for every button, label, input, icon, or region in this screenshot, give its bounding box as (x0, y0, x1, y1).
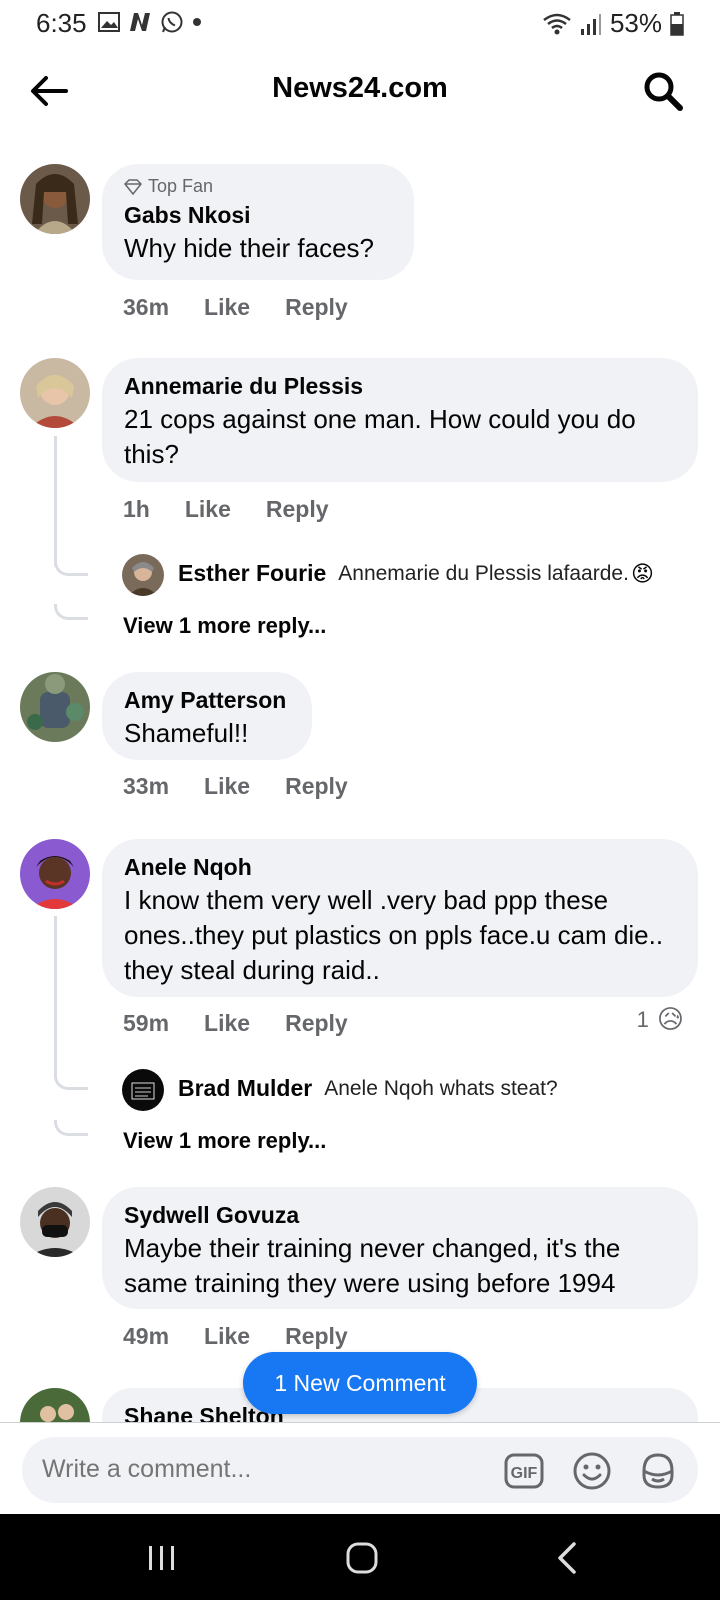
gallery-icon (98, 12, 120, 32)
thread-line (54, 916, 57, 1076)
battery-percent: 53% (609, 8, 662, 38)
comment-text: 21 cops against one man. How could you d… (124, 404, 636, 469)
status-time: 6:35 (36, 8, 87, 38)
sticker-icon[interactable] (638, 1451, 678, 1491)
thread-connector (54, 604, 88, 620)
reply-text: Annemarie du Plessis lafaarde. (338, 561, 629, 585)
reply-preview[interactable]: Brad Mulder Anele Nqoh whats steat? (178, 1075, 558, 1102)
reply-avatar[interactable] (122, 1069, 164, 1111)
reply-button[interactable]: Reply (285, 1010, 348, 1037)
view-more-replies-link[interactable]: View 1 more reply... (123, 1128, 326, 1154)
angry-face-emoji: 😡 (630, 560, 654, 586)
comment-author[interactable]: Gabs Nkosi (124, 199, 392, 231)
whatsapp-icon (161, 11, 183, 33)
comment-actions: 1h Like Reply (123, 496, 329, 523)
search-icon[interactable] (640, 68, 686, 114)
reply-button[interactable]: Reply (285, 1323, 348, 1350)
comment-actions: 49m Like Reply (123, 1323, 348, 1350)
avatar[interactable] (20, 839, 90, 909)
reply-button[interactable]: Reply (285, 773, 348, 800)
view-more-replies-link[interactable]: View 1 more reply... (123, 613, 326, 639)
avatar[interactable] (20, 164, 90, 234)
comment-actions: 59m Like Reply (123, 1010, 348, 1037)
system-back-icon[interactable] (548, 1538, 588, 1578)
reaction-summary[interactable]: 1 😥 (637, 1004, 684, 1035)
like-button[interactable]: Like (204, 773, 250, 800)
comment-time: 1h (123, 496, 150, 522)
comment-text: I know them very well .very bad ppp thes… (124, 885, 664, 985)
comment-bubble[interactable]: Top Fan Gabs Nkosi Why hide their faces? (102, 164, 414, 280)
comment-text: Why hide their faces? (124, 233, 375, 263)
reply-button[interactable]: Reply (285, 294, 348, 321)
thread-connector (54, 1120, 88, 1136)
like-button[interactable]: Like (204, 294, 250, 321)
thread-connector (54, 1074, 88, 1090)
top-fan-badge: Top Fan (124, 176, 392, 197)
notification-dot-icon (193, 18, 201, 26)
comment-bubble[interactable]: Annemarie du Plessis 21 cops against one… (102, 358, 698, 482)
comment-author[interactable]: Amy Patterson (124, 684, 290, 716)
comment-actions: 36m Like Reply (123, 294, 348, 321)
comment-time: 33m (123, 773, 170, 799)
comment-author[interactable]: Anele Nqoh (124, 851, 676, 883)
reply-text: Anele Nqoh whats steat? (324, 1076, 558, 1100)
avatar[interactable] (20, 1187, 90, 1257)
page-title: News24.com (272, 72, 448, 104)
recent-apps-icon[interactable] (142, 1538, 182, 1578)
status-bar: 6:35 53% (0, 0, 720, 46)
comment-time: 59m (123, 1010, 170, 1036)
reply-button[interactable]: Reply (266, 496, 329, 523)
thread-line (54, 436, 57, 566)
signal-icon (580, 13, 601, 35)
svg-text:GIF: GIF (511, 1465, 538, 1482)
wifi-icon (543, 13, 571, 34)
comment-text: Shameful!! (124, 718, 249, 748)
comment-time: 36m (123, 294, 170, 320)
like-button[interactable]: Like (204, 1323, 250, 1350)
like-button[interactable]: Like (204, 1010, 250, 1037)
new-comment-button[interactable]: 1 New Comment (243, 1352, 477, 1414)
avatar[interactable] (20, 672, 90, 742)
avatar[interactable] (20, 358, 90, 428)
battery-icon (670, 11, 684, 36)
thread-connector (54, 560, 88, 576)
reply-author[interactable]: Esther Fourie (178, 560, 326, 587)
reply-author[interactable]: Brad Mulder (178, 1075, 312, 1102)
comment-time: 49m (123, 1323, 170, 1349)
comment-author[interactable]: Sydwell Govuza (124, 1199, 676, 1231)
comment-composer-bar: GIF (0, 1422, 720, 1514)
emoji-icon[interactable] (572, 1451, 612, 1491)
comment-composer[interactable]: GIF (22, 1437, 698, 1503)
reaction-count: 1 (636, 1006, 649, 1032)
sad-face-emoji: 😥 (656, 1004, 684, 1034)
comment-bubble[interactable]: Sydwell Govuza Maybe their training neve… (102, 1187, 698, 1309)
comment-bubble[interactable]: Anele Nqoh I know them very well .very b… (102, 839, 698, 997)
reply-avatar[interactable] (122, 554, 164, 596)
comment-input[interactable] (42, 1455, 462, 1484)
comment-text: Maybe their training never changed, it's… (124, 1233, 621, 1298)
comment-author[interactable]: Annemarie du Plessis (124, 370, 676, 402)
news-app-icon (130, 13, 150, 31)
comment-actions: 33m Like Reply (123, 773, 348, 800)
comment-bubble[interactable]: Amy Patterson Shameful!! (102, 672, 312, 760)
page-header: News24.com (0, 56, 720, 126)
home-icon[interactable] (342, 1538, 382, 1578)
system-nav-bar (0, 1514, 720, 1600)
like-button[interactable]: Like (185, 496, 231, 523)
diamond-icon (124, 178, 142, 195)
gif-icon[interactable]: GIF (504, 1451, 544, 1491)
reply-preview[interactable]: Esther Fourie Annemarie du Plessis lafaa… (178, 560, 654, 587)
